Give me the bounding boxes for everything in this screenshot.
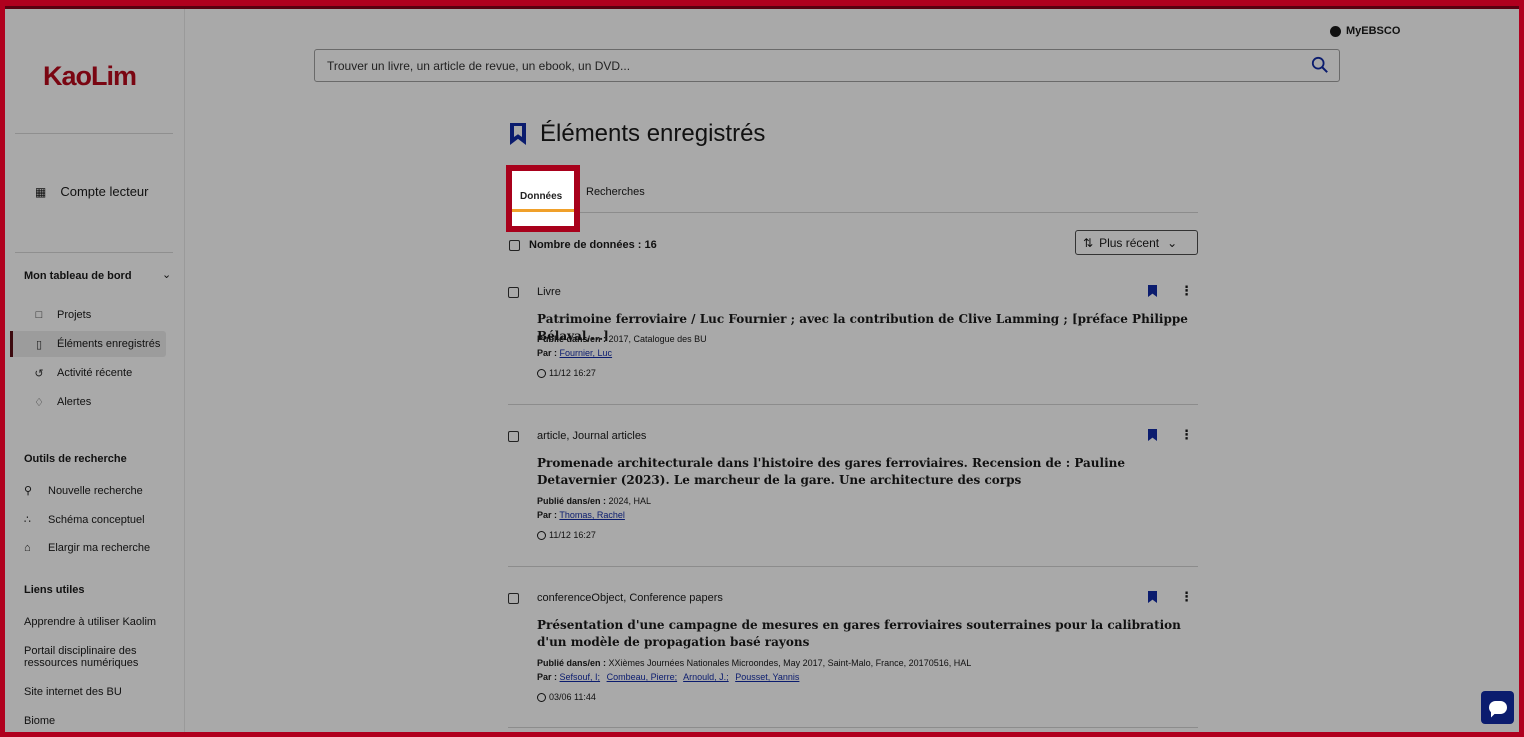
tab-searches[interactable]: Recherches [586,186,645,198]
account-link[interactable]: ▦ Compte lecteur [35,184,149,199]
link-portal[interactable]: Portail disciplinaire des ressources num… [24,645,154,669]
clock-icon [537,368,546,378]
result-time: 11/12 16:27 [537,368,596,378]
library-icon: ⌂ [24,542,31,554]
result-published: Publié dans/en : 2017, Catalogue des BU [537,334,707,344]
history-icon: ↺ [34,367,44,380]
result-published: Publié dans/en : 2024, HAL [537,496,652,506]
sidebar-item-activity[interactable]: ↺ Activité récente [11,360,166,386]
result-title[interactable]: Présentation d'une campagne de mesures e… [537,617,1192,651]
author-link[interactable]: Fournier, Luc [560,348,613,358]
bookmark-icon [510,123,526,145]
search-icon: ⚲ [24,485,33,497]
dashboard-heading[interactable]: Mon tableau de bord [24,270,132,282]
result-time: 11/12 16:27 [537,530,596,540]
sort-icon: ⇅ [1083,235,1094,250]
chevron-down-icon: ⌄ [1167,235,1178,250]
bookmark-icon[interactable] [1148,285,1157,297]
user-icon [1330,25,1341,37]
sidebar-item-saved[interactable]: ▯ Éléments enregistrés [10,331,166,357]
chat-button[interactable] [1481,691,1514,724]
result-authors: Par : Thomas, Rachel [537,510,625,520]
bookmark-icon[interactable] [1148,429,1157,441]
concept-map-icon: ∴ [24,514,31,526]
result-checkbox[interactable] [508,593,519,604]
tool-expand-search[interactable]: ⌂ Elargir ma recherche [24,542,150,554]
result-checkbox[interactable] [508,287,519,298]
author-link[interactable]: Arnould, J.; [683,672,729,682]
divider [508,404,1198,405]
bell-icon: ♢ [34,396,44,409]
clock-icon [537,692,546,702]
links-heading: Liens utiles [24,584,85,596]
select-all: Nombre de données : 16 [509,239,657,251]
link-bu-site[interactable]: Site internet des BU [24,686,122,698]
sidebar-item-alerts[interactable]: ♢ Alertes [11,389,166,415]
clock-icon [537,530,546,540]
select-all-checkbox[interactable] [509,239,520,251]
tab-data[interactable]: Données [506,165,580,232]
more-options-icon[interactable]: ⋮ [1180,589,1193,605]
link-learn[interactable]: Apprendre à utiliser Kaolim [24,616,156,628]
bookmark-icon[interactable] [1148,591,1157,603]
logo[interactable]: KaoLim [43,61,137,92]
tools-heading: Outils de recherche [24,453,127,465]
chevron-down-icon[interactable]: ⌄ [162,268,171,281]
bookmark-icon: ▯ [35,338,43,351]
author-link[interactable]: Sefsouf, I; [560,672,601,682]
sidebar: KaoLim ▦ Compte lecteur Mon tableau de b… [5,6,185,732]
divider [15,133,173,134]
books-icon: ▦ [35,184,47,199]
divider [508,727,1198,728]
myebsco-link[interactable]: MyEBSCO [1330,25,1400,37]
search-icon[interactable] [1311,56,1329,74]
tool-concept-map[interactable]: ∴ Schéma conceptuel [24,513,145,527]
page-title: Éléments enregistrés [510,120,765,148]
result-authors: Par : Fournier, Luc [537,348,613,358]
divider [508,566,1198,567]
more-options-icon[interactable]: ⋮ [1180,427,1193,443]
author-link[interactable]: Thomas, Rachel [559,510,625,520]
folder-icon: □ [35,309,43,321]
tab-active-underline [512,209,574,212]
result-checkbox[interactable] [508,431,519,442]
divider [15,252,173,253]
author-link[interactable]: Combeau, Pierre; [607,672,678,682]
result-published: Publié dans/en : XXièmes Journées Nation… [537,658,972,668]
author-link[interactable]: Pousset, Yannis [735,672,799,682]
result-title[interactable]: Promenade architecturale dans l'histoire… [537,455,1192,489]
sidebar-item-projects[interactable]: □ Projets [11,302,166,328]
more-options-icon[interactable]: ⋮ [1180,283,1193,299]
tabs-divider [508,212,1198,213]
link-biome[interactable]: Biome [24,715,55,727]
result-authors: Par : Sefsouf, I; Combeau, Pierre; Arnou… [537,672,800,682]
tool-new-search[interactable]: ⚲ Nouvelle recherche [24,484,143,498]
sort-dropdown[interactable]: ⇅ Plus récent ⌄ [1075,230,1198,255]
search-input[interactable]: Trouver un livre, un article de revue, u… [314,49,1340,82]
chat-icon [1488,701,1507,714]
result-time: 03/06 11:44 [537,692,596,702]
